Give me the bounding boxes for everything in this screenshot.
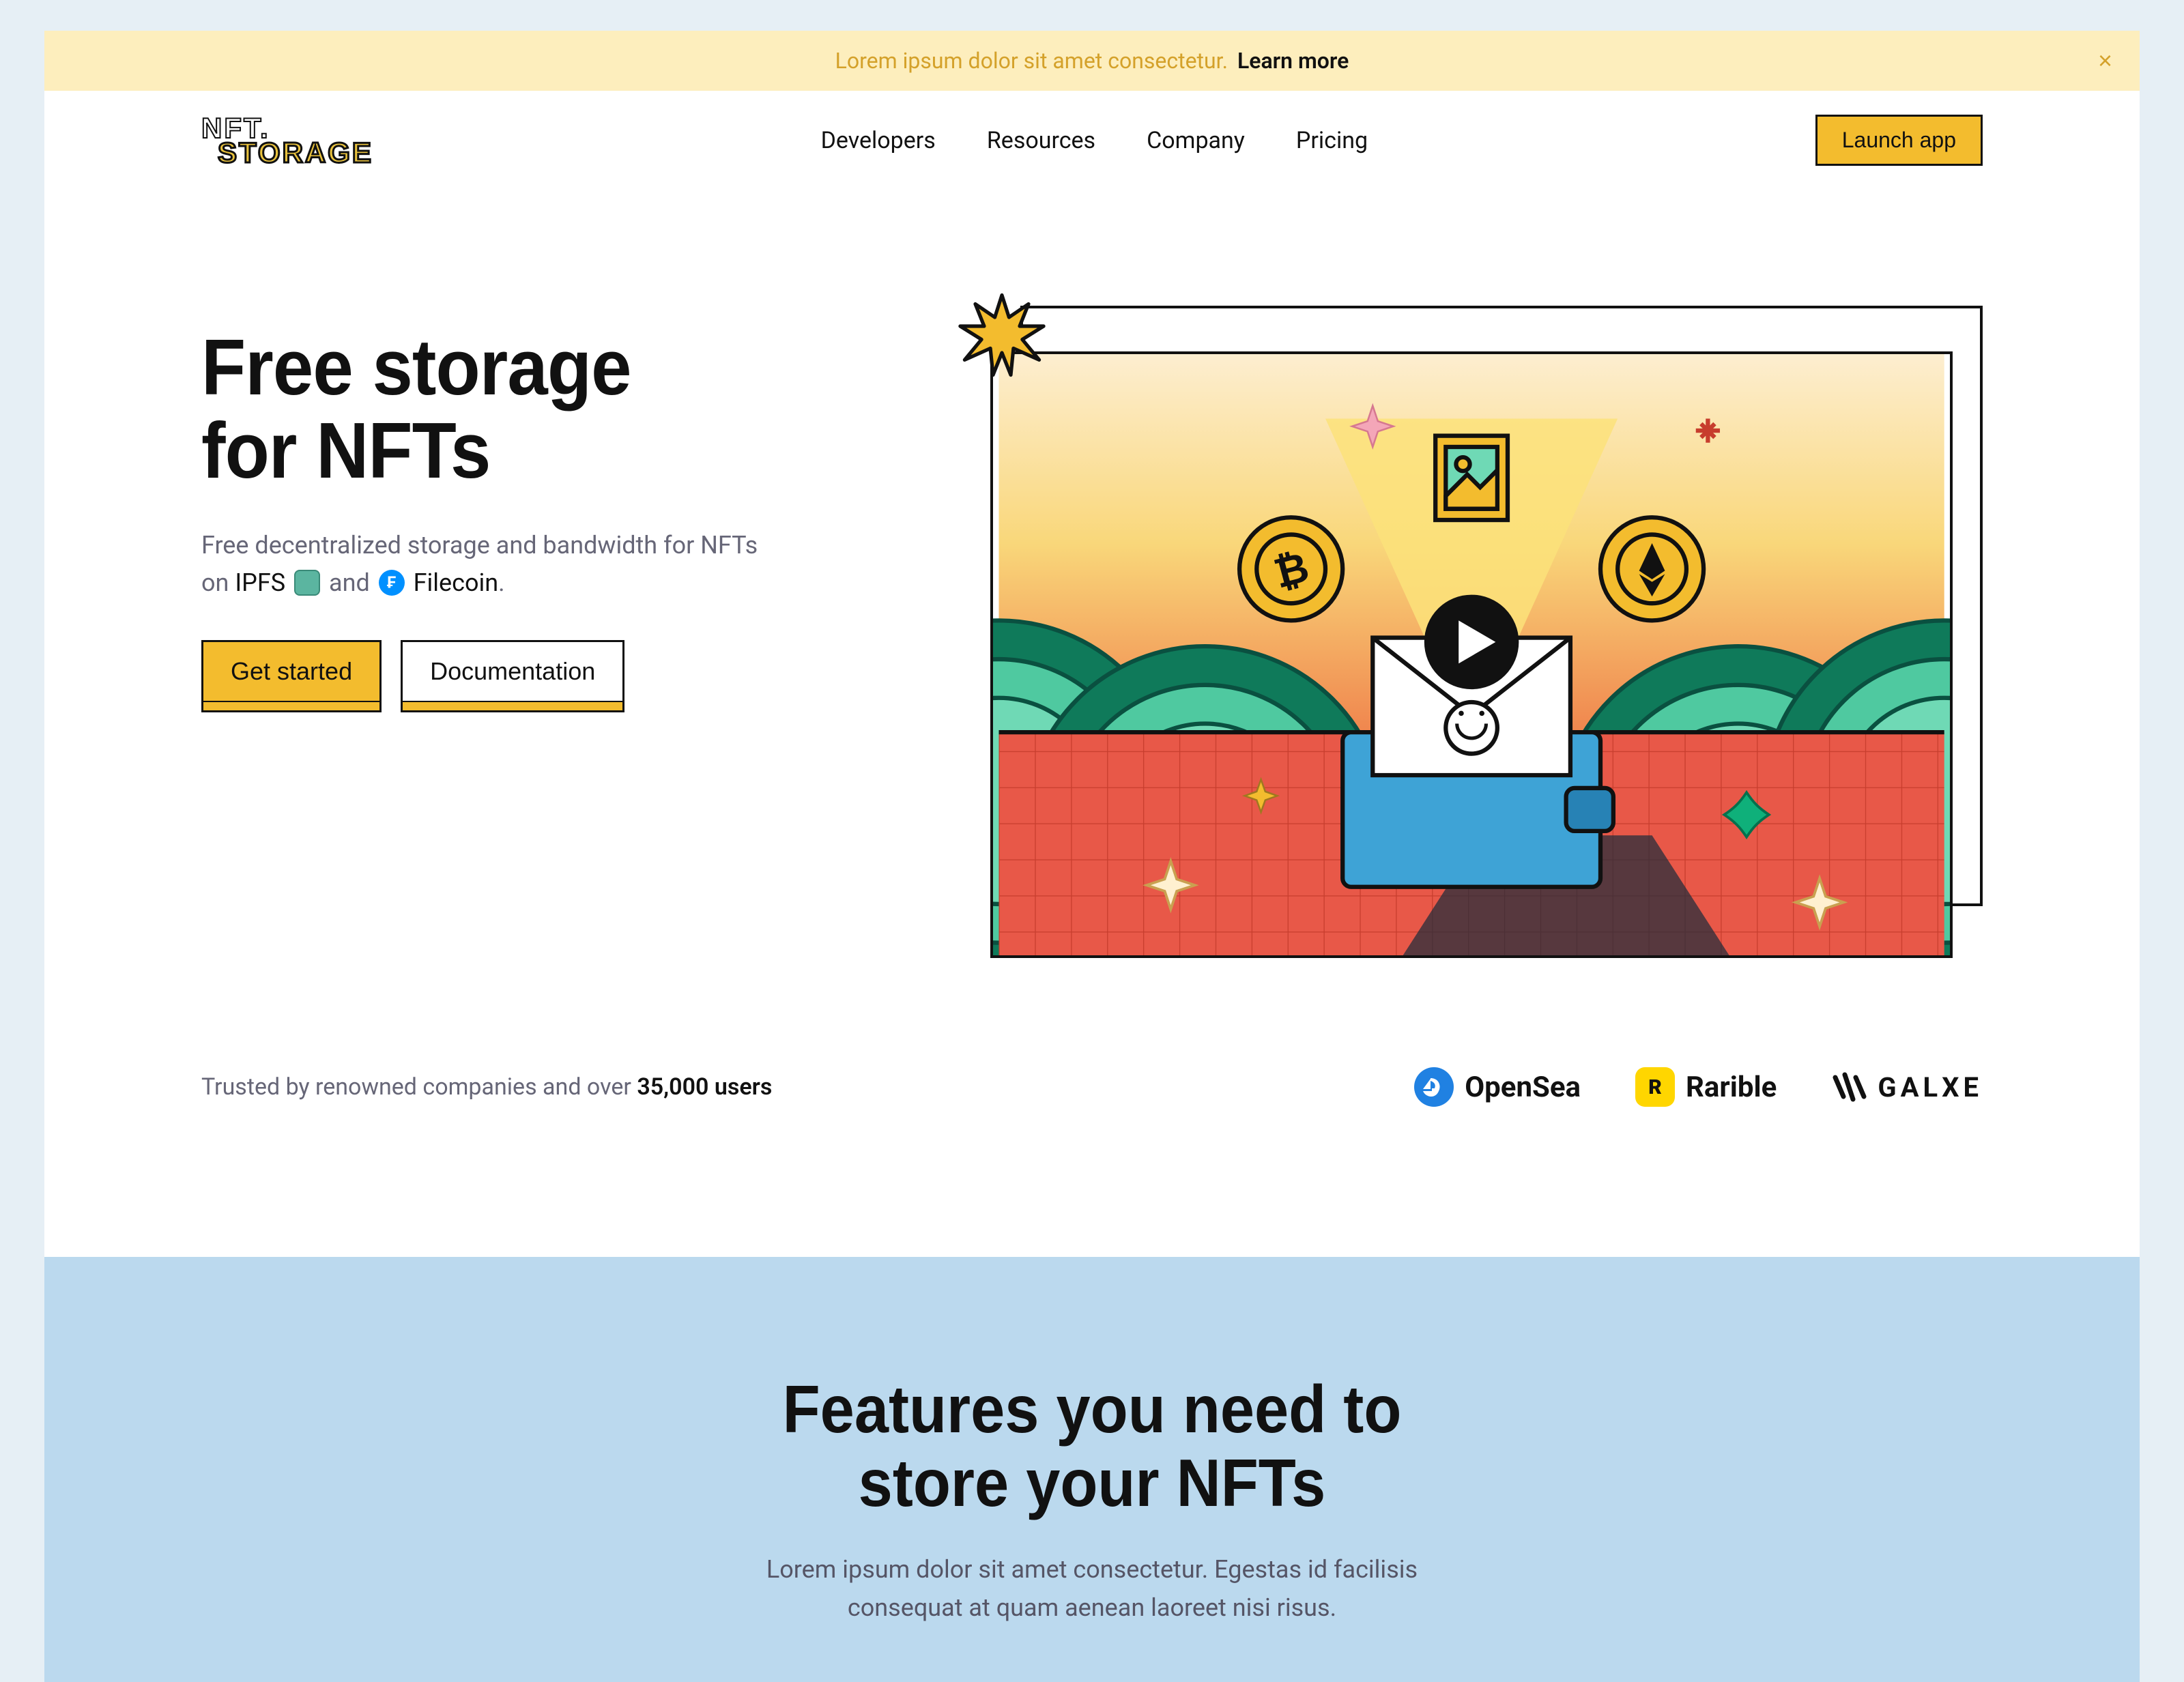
illustration-front-frame: ₿ [990, 351, 1953, 959]
hero-content: Free storage for NFTs Free decentralized… [201, 299, 949, 958]
filecoin-icon [379, 570, 405, 596]
cta-row: Get started Documentation [201, 640, 949, 703]
features-title-line2: store your NFTs [272, 1447, 1911, 1520]
banner-content: Lorem ipsum dolor sit amet consectetur. … [78, 48, 2106, 74]
ipfs-icon [294, 570, 320, 596]
trusted-text: Trusted by renowned companies and over 3… [201, 1073, 772, 1101]
nav-pricing[interactable]: Pricing [1296, 127, 1368, 154]
illustration-wrapper: ₿ [990, 306, 1983, 958]
hero-title-line1: Free storage [201, 326, 889, 409]
rarible-icon: R [1635, 1067, 1675, 1107]
banner-text: Lorem ipsum dolor sit amet consectetur. [835, 48, 1228, 74]
filecoin-label: Filecoin [414, 568, 499, 597]
ipfs-label: IPFS [235, 568, 285, 597]
main-nav: Developers Resources Company Pricing [373, 127, 1815, 154]
starburst-icon [958, 291, 1046, 379]
picture-frame-icon [1435, 436, 1508, 520]
opensea-icon [1414, 1067, 1454, 1107]
features-section: Features you need to store your NFTs Lor… [44, 1257, 2140, 1681]
get-started-button[interactable]: Get started [201, 640, 382, 703]
close-icon[interactable]: × [2098, 46, 2112, 75]
features-title-line1: Features you need to [272, 1373, 1911, 1447]
galxe-label: GALXE [1878, 1071, 1983, 1103]
hero-illustration-svg: ₿ [993, 354, 1950, 956]
nav-developers[interactable]: Developers [821, 127, 936, 154]
features-title: Features you need to store your NFTs [272, 1373, 1911, 1520]
banner-learn-more-link[interactable]: Learn more [1237, 48, 1349, 74]
user-count: 35,000 users [637, 1073, 772, 1101]
header: NFT. STORAGE Developers Resources Compan… [44, 91, 2140, 190]
page: Lorem ipsum dolor sit amet consectetur. … [44, 31, 2140, 1682]
hero-description: Free decentralized storage and bandwidth… [201, 527, 768, 603]
hero-title: Free storage for NFTs [201, 326, 889, 493]
announcement-banner: Lorem ipsum dolor sit amet consectetur. … [44, 31, 2140, 91]
partner-rarible: R Rarible [1635, 1067, 1777, 1107]
launch-app-button[interactable]: Launch app [1815, 115, 1983, 166]
hero-illustration: ₿ [990, 299, 1983, 958]
partner-logos: OpenSea R Rarible GALXE [772, 1067, 1983, 1107]
bitcoin-coin-icon: ₿ [1239, 517, 1342, 620]
logo-line2: STORAGE [201, 141, 373, 165]
logo[interactable]: NFT. STORAGE [201, 116, 373, 164]
documentation-button[interactable]: Documentation [401, 640, 624, 703]
nav-company[interactable]: Company [1147, 127, 1245, 154]
trusted-section: Trusted by renowned companies and over 3… [44, 1040, 2140, 1257]
partner-opensea: OpenSea [1414, 1067, 1581, 1107]
galxe-icon [1831, 1069, 1867, 1105]
partner-galxe: GALXE [1831, 1069, 1983, 1105]
rarible-label: Rarible [1686, 1071, 1777, 1104]
hero-title-line2: for NFTs [201, 409, 889, 493]
features-description: Lorem ipsum dolor sit amet consectetur. … [734, 1551, 1450, 1627]
nav-resources[interactable]: Resources [987, 127, 1095, 154]
opensea-label: OpenSea [1465, 1071, 1581, 1104]
ethereum-coin-icon [1600, 517, 1704, 620]
hero-section: Free storage for NFTs Free decentralized… [44, 190, 2140, 1040]
